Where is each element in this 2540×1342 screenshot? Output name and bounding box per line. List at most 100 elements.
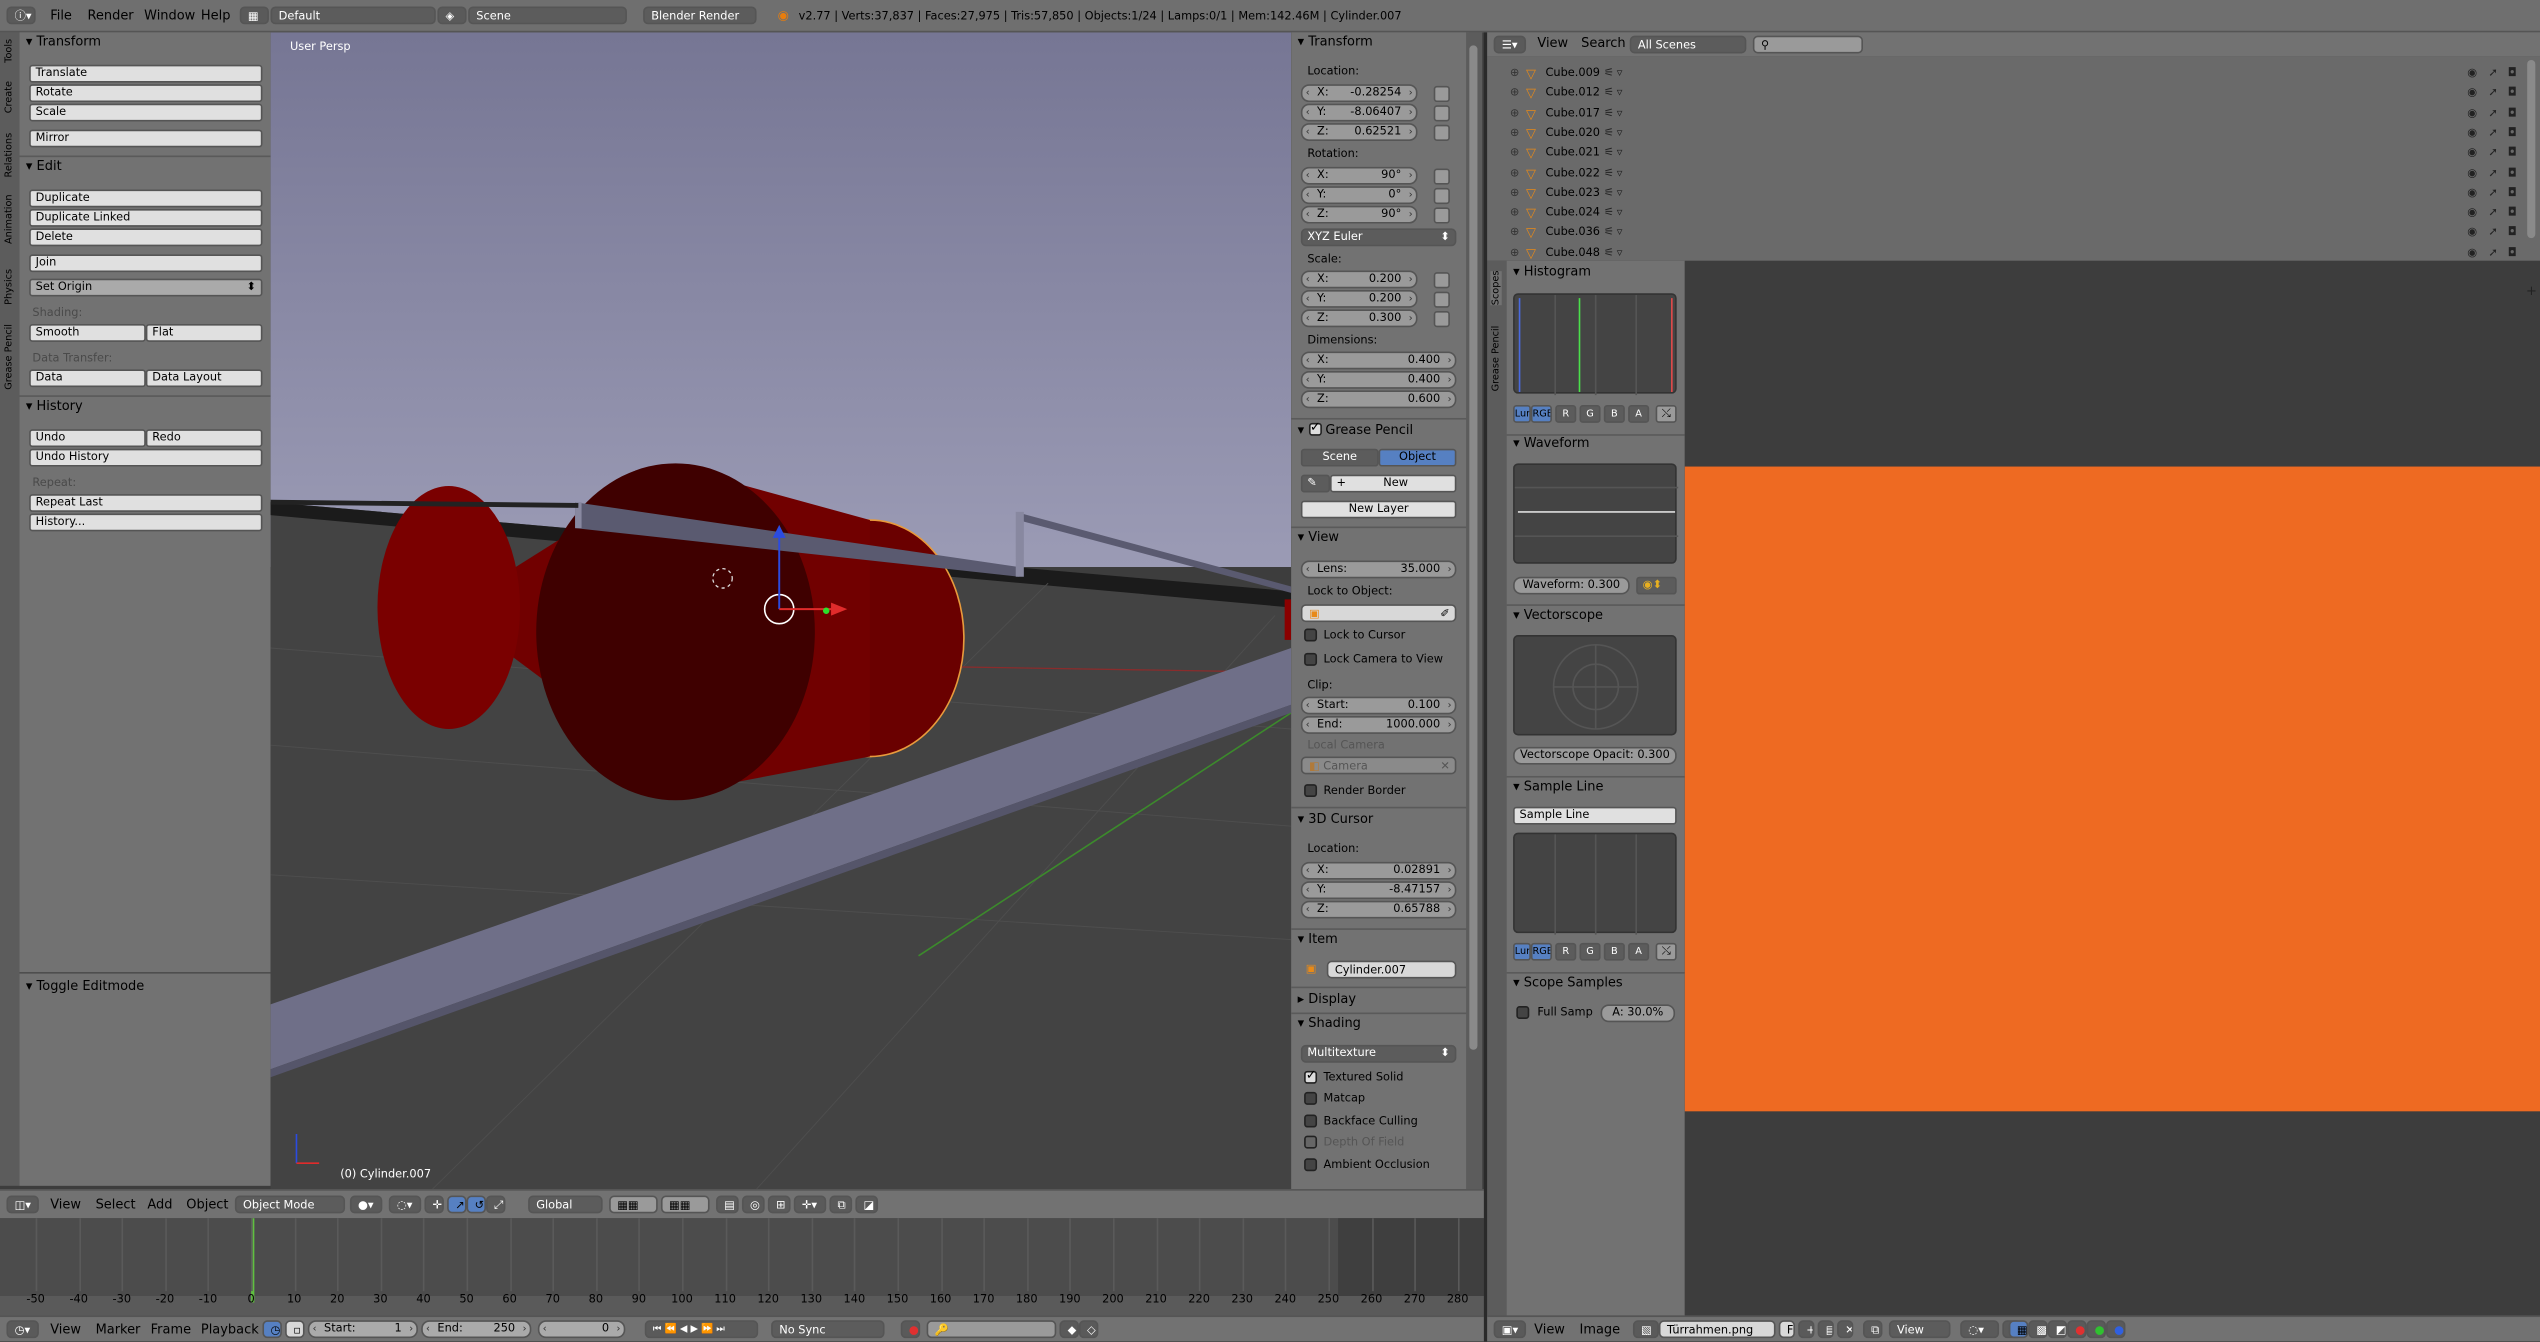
expand-icon[interactable]: ⊕ bbox=[1510, 106, 1520, 119]
smooth-button[interactable]: Smooth bbox=[29, 324, 146, 342]
expand-icon[interactable]: ⊕ bbox=[1510, 146, 1520, 159]
editor-type-icon[interactable]: ◫▾ bbox=[6, 1195, 39, 1214]
camera-render-icon[interactable]: ◘ bbox=[2508, 86, 2517, 99]
menu-select[interactable]: Select bbox=[96, 1197, 136, 1212]
image-name-field[interactable]: Türrahmen.png bbox=[1658, 1320, 1776, 1339]
tab-create[interactable]: Create bbox=[3, 81, 14, 113]
lock-icon[interactable] bbox=[1433, 124, 1450, 141]
rotate-button[interactable]: Rotate bbox=[29, 84, 263, 103]
display-mode-select[interactable]: All Scenes bbox=[1629, 35, 1747, 54]
lock-icon[interactable] bbox=[1433, 291, 1450, 308]
channel-lum-button[interactable]: Lum bbox=[1513, 942, 1531, 961]
outliner-row[interactable]: ⊕ ▽ Cube.022 ⚟ ▿ ◉ ➚ ◘ bbox=[1487, 166, 2524, 184]
outliner-row[interactable]: ⊕ ▽ Cube.036 ⚟ ▿ ◉ ➚ ◘ bbox=[1487, 226, 2524, 244]
3d-viewport[interactable]: User Persp (0) Cylinder.007 bbox=[270, 32, 1292, 1190]
3d-cursor-panel-title[interactable]: ▾ 3D Cursor bbox=[1298, 812, 1374, 827]
lock-icon[interactable] bbox=[1433, 187, 1450, 205]
menu-frame[interactable]: Frame bbox=[151, 1322, 191, 1337]
channel-a-button[interactable]: A bbox=[1628, 405, 1650, 423]
object-name[interactable]: Cube.022 bbox=[1545, 166, 1600, 179]
outliner-row[interactable]: ⊕ ▽ Cube.020 ⚟ ▿ ◉ ➚ ◘ bbox=[1487, 126, 2524, 144]
local-camera-field[interactable]: ◧ Camera ✕ bbox=[1300, 756, 1457, 775]
eye-icon[interactable]: ◉ bbox=[2467, 166, 2477, 179]
preview-range-icon[interactable]: ◷ bbox=[262, 1320, 282, 1339]
repeat-last-button[interactable]: Repeat Last bbox=[29, 494, 263, 512]
flat-button[interactable]: Flat bbox=[145, 324, 263, 342]
outliner-search-field[interactable]: ⚲ bbox=[1752, 35, 1863, 54]
menu-search[interactable]: Search bbox=[1581, 36, 1626, 51]
data-button[interactable]: Data bbox=[29, 369, 146, 388]
rotation-z-field[interactable]: ‹ Z: 90° › bbox=[1300, 205, 1418, 224]
waveform-mode-icon[interactable]: ◉⬍ bbox=[1636, 576, 1677, 595]
camera-render-icon[interactable]: ◘ bbox=[2508, 226, 2517, 239]
grease-pencil-checkbox[interactable] bbox=[1308, 420, 1322, 436]
unlink-image-icon[interactable]: ✕ bbox=[1837, 1320, 1854, 1339]
alpha-display-icon[interactable]: ▩ bbox=[2028, 1320, 2048, 1339]
transform-section-title[interactable]: ▾ Transform bbox=[26, 34, 101, 49]
outliner-row[interactable]: ⊕ ▽ Cube.012 ⚟ ▿ ◉ ➚ ◘ bbox=[1487, 86, 2524, 104]
object-name[interactable]: Cube.024 bbox=[1545, 206, 1600, 219]
scale-button[interactable]: Scale bbox=[29, 103, 263, 122]
tab-animation[interactable]: Animation bbox=[3, 194, 14, 244]
cursor-select-icon[interactable]: ➚ bbox=[2488, 146, 2498, 159]
snap-element-icon[interactable]: ✛▾ bbox=[793, 1195, 827, 1214]
cursor-select-icon[interactable]: ➚ bbox=[2488, 106, 2498, 119]
proportional-edit-icon[interactable]: ◎ bbox=[741, 1195, 765, 1214]
channel-r-button[interactable]: R bbox=[1555, 405, 1577, 423]
lens-field[interactable]: ‹ Lens: 35.000 › bbox=[1300, 560, 1457, 579]
camera-render-icon[interactable]: ◘ bbox=[2508, 106, 2517, 119]
log-scale-icon[interactable]: ⤯ bbox=[1655, 405, 1677, 423]
render-engine-select[interactable]: Blender Render bbox=[643, 6, 757, 25]
layer-lock-icon[interactable]: ▤ bbox=[716, 1195, 739, 1214]
render-border-checkbox[interactable] bbox=[1304, 784, 1318, 798]
waveform-display[interactable] bbox=[1513, 463, 1679, 564]
menu-view[interactable]: View bbox=[1534, 1322, 1565, 1337]
rotate-manipulator-icon[interactable]: ↺ bbox=[466, 1195, 486, 1214]
clip-end-field[interactable]: ‹ End: 1000.000 › bbox=[1300, 716, 1457, 734]
sample-line-display[interactable] bbox=[1513, 832, 1677, 935]
lock-icon[interactable] bbox=[1433, 168, 1450, 185]
textured-solid-checkbox[interactable] bbox=[1304, 1068, 1318, 1084]
menu-image[interactable]: Image bbox=[1580, 1322, 1621, 1337]
shading-mode-select[interactable]: Multitexture ⬍ bbox=[1300, 1044, 1457, 1063]
lock-camera-checkbox[interactable] bbox=[1304, 652, 1318, 666]
ambient-occlusion-checkbox[interactable] bbox=[1304, 1158, 1318, 1172]
snap-icon[interactable]: ⊞ bbox=[767, 1195, 791, 1214]
rotation-y-field[interactable]: ‹ Y: 0° › bbox=[1300, 186, 1418, 205]
insert-keyframe-icon[interactable]: ◆ bbox=[1059, 1320, 1079, 1339]
menu-help[interactable]: Help bbox=[201, 8, 231, 23]
scale-y-field[interactable]: ‹ Y: 0.200 › bbox=[1300, 289, 1418, 308]
cursor-y-field[interactable]: ‹ Y: -8.47157 › bbox=[1300, 881, 1457, 900]
menu-render[interactable]: Render bbox=[87, 8, 133, 23]
expand-icon[interactable]: ⊕ bbox=[1510, 126, 1520, 139]
eye-icon[interactable]: ◉ bbox=[2467, 246, 2477, 259]
grease-pencil-object-button[interactable]: Object bbox=[1378, 448, 1457, 467]
translate-manipulator-icon[interactable]: ↗ bbox=[447, 1195, 467, 1214]
channel-b-button[interactable]: B bbox=[1603, 405, 1625, 423]
add-icon[interactable]: + bbox=[2526, 284, 2537, 299]
view-mode-select[interactable]: View bbox=[1888, 1320, 1951, 1339]
tab-grease-pencil[interactable]: Grease Pencil bbox=[3, 324, 14, 390]
vectorscope-display[interactable] bbox=[1513, 635, 1677, 736]
location-z-field[interactable]: ‹ Z: 0.62521 › bbox=[1300, 123, 1418, 141]
item-panel-title[interactable]: ▾ Item bbox=[1298, 932, 1338, 947]
dimensions-y-field[interactable]: ‹ Y: 0.400 › bbox=[1300, 370, 1457, 389]
sync-select[interactable]: No Sync bbox=[771, 1320, 885, 1339]
lock-icon[interactable] bbox=[1433, 311, 1450, 328]
backface-culling-checkbox[interactable] bbox=[1304, 1114, 1318, 1128]
lock-icon[interactable] bbox=[1433, 85, 1450, 103]
expand-icon[interactable]: ⊕ bbox=[1510, 226, 1520, 239]
render-preview-icon[interactable]: ⧉ bbox=[829, 1195, 853, 1214]
history-button[interactable]: History... bbox=[29, 513, 263, 532]
playback-controls[interactable]: ⏮ ⏪ ◀ ▶ ⏩ ⏭ bbox=[644, 1320, 759, 1339]
scrollbar-thumb[interactable] bbox=[1469, 45, 1478, 1050]
expand-icon[interactable]: ⊕ bbox=[1510, 206, 1520, 219]
histogram-display[interactable] bbox=[1513, 293, 1677, 396]
menu-object[interactable]: Object bbox=[186, 1197, 228, 1212]
duplicate-linked-button[interactable]: Duplicate Linked bbox=[29, 208, 263, 227]
layers-grid-icon[interactable]: ▦▦ bbox=[660, 1195, 710, 1214]
scope-samples-title[interactable]: ▾ Scope Samples bbox=[1513, 975, 1623, 990]
waveform-title[interactable]: ▾ Waveform bbox=[1513, 436, 1589, 451]
outliner-row[interactable]: ⊕ ▽ Cube.024 ⚟ ▿ ◉ ➚ ◘ bbox=[1487, 206, 2524, 224]
camera-render-icon[interactable]: ◘ bbox=[2508, 66, 2517, 79]
